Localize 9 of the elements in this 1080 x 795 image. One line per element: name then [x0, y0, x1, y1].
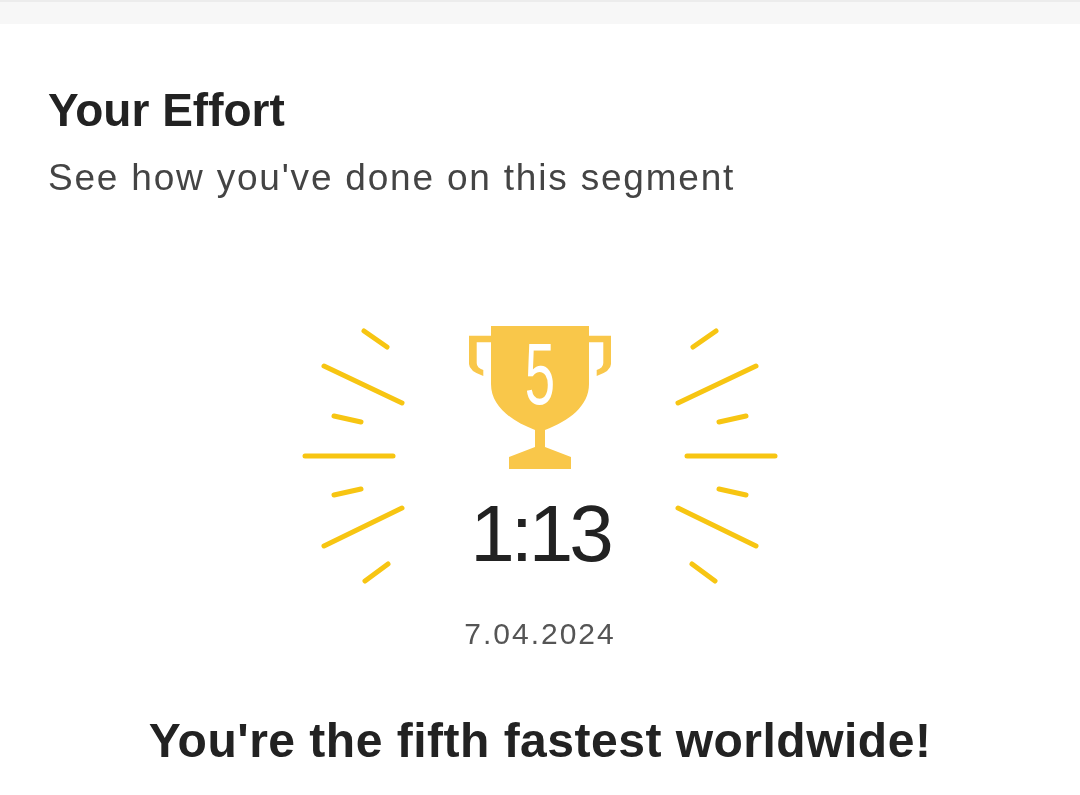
rays-icon [300, 325, 406, 586]
effort-time: 1:13 [470, 493, 610, 574]
trophy-icon [469, 325, 611, 469]
section-title: Your Effort [48, 83, 286, 138]
rays-icon [674, 325, 780, 586]
effort-date: 7.04.2024 [464, 615, 616, 652]
rank-number: 5 [524, 329, 556, 418]
section-subtitle: See how you've done on this segment [48, 156, 737, 201]
rank-message: You're the fifth fastest worldwide! [148, 712, 932, 769]
